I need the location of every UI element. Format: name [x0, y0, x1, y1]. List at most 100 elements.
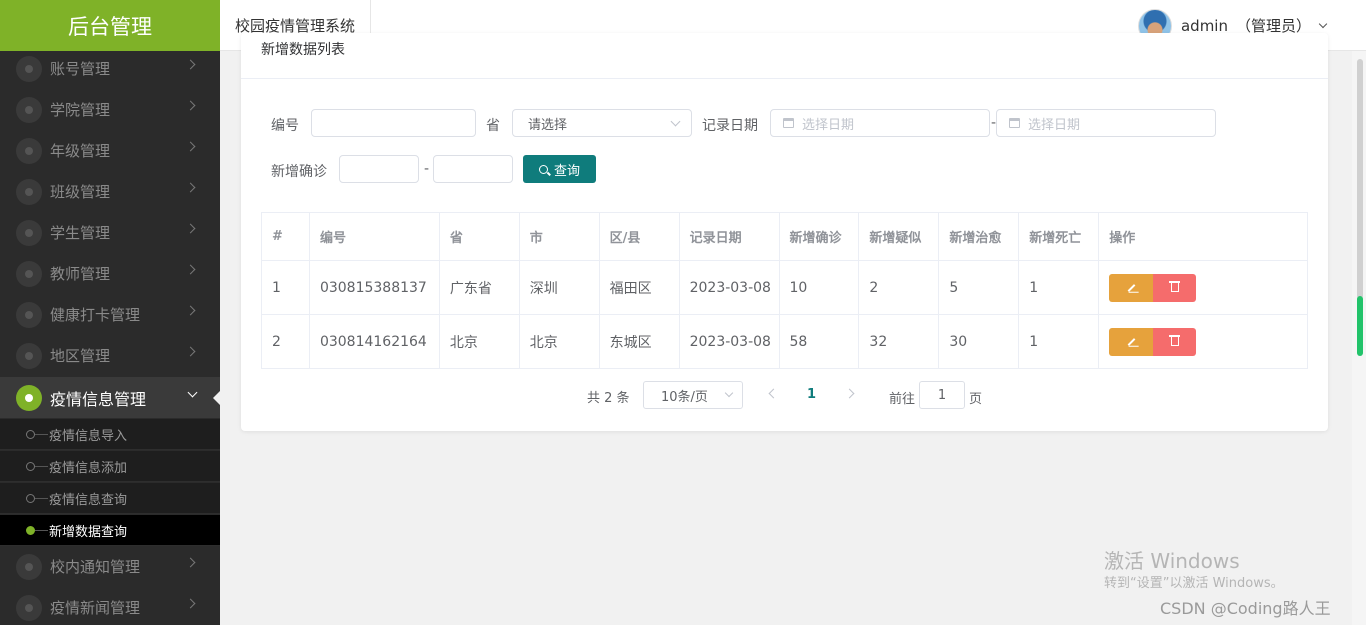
sidebar-item-label: 健康打卡管理	[50, 306, 141, 324]
goto-page-input[interactable]: 1	[919, 381, 965, 409]
date-start-picker[interactable]: 选择日期	[770, 109, 990, 137]
sidebar-item-students[interactable]: 学生管理	[0, 212, 220, 253]
divider	[241, 78, 1328, 79]
scrollbar-thumb[interactable]	[1357, 296, 1363, 356]
table-cell: 福田区	[599, 261, 680, 315]
query-button[interactable]: 查询	[523, 155, 596, 183]
table-cell: 1	[1019, 315, 1100, 369]
chevron-right-icon	[185, 182, 196, 193]
column-header: 新增确诊	[779, 213, 860, 261]
username: admin	[1180, 16, 1228, 35]
active-indicator	[213, 391, 220, 405]
sidebar-item-epidemic-info[interactable]: 疫情信息管理	[0, 377, 220, 418]
submenu-item-query[interactable]: 疫情信息查询	[0, 483, 220, 514]
brand-title: 后台管理	[0, 0, 220, 51]
sidebar-item-grades[interactable]: 年级管理	[0, 130, 220, 171]
submenu-item-label: 疫情信息添加	[49, 460, 128, 476]
submenu-item-add[interactable]: 疫情信息添加	[0, 451, 220, 482]
globe-icon	[16, 55, 42, 82]
column-header: 市	[519, 213, 600, 261]
search-icon	[538, 164, 548, 174]
page-number-current[interactable]: 1	[807, 387, 816, 402]
table-cell: 32	[859, 315, 940, 369]
calendar-icon	[783, 118, 794, 128]
delete-button[interactable]	[1153, 327, 1197, 356]
table-cell: 1	[1019, 261, 1100, 315]
page-size-select[interactable]: 10条/页	[643, 381, 743, 409]
csdn-watermark: CSDN @Coding路人王	[1160, 599, 1331, 618]
globe-icon	[16, 137, 42, 164]
table-cell: 深圳	[519, 261, 600, 315]
table-cell: 2023-03-08	[679, 261, 780, 315]
date-end-placeholder: 选择日期	[1028, 117, 1081, 133]
actions-cell	[1099, 261, 1308, 315]
edit-button[interactable]	[1109, 273, 1154, 302]
confirmed-label: 新增确诊	[271, 164, 327, 180]
page-scrollbar[interactable]	[1352, 51, 1366, 625]
date-start-placeholder: 选择日期	[802, 117, 855, 133]
delete-button[interactable]	[1153, 273, 1197, 302]
goto-label: 前往	[889, 392, 916, 407]
chevron-down-icon	[670, 116, 681, 127]
code-input[interactable]	[311, 109, 476, 137]
table-cell: 10	[779, 261, 860, 315]
column-header: 记录日期	[679, 213, 780, 261]
sidebar-item-regions[interactable]: 地区管理	[0, 335, 220, 376]
edit-button[interactable]	[1109, 327, 1154, 356]
sidebar-item-health-checkin[interactable]: 健康打卡管理	[0, 294, 220, 335]
globe-icon	[16, 219, 42, 246]
data-table: # 编号 省 市 区/县 记录日期 新增确诊 新增疑似 新增治愈 新增死亡 操作…	[261, 212, 1308, 369]
sidebar-item-teachers[interactable]: 教师管理	[0, 253, 220, 294]
trash-icon	[1168, 281, 1180, 292]
pencil-icon	[1127, 337, 1136, 346]
globe-icon	[16, 594, 42, 621]
date-end-picker[interactable]: 选择日期	[996, 109, 1216, 137]
table-cell: 北京	[519, 315, 600, 369]
table-cell: 5	[939, 261, 1020, 315]
sidebar-item-label: 疫情新闻管理	[50, 599, 141, 617]
chevron-down-icon	[724, 388, 734, 398]
chevron-right-icon	[185, 305, 196, 316]
sidebar-item-accounts[interactable]: 账号管理	[0, 48, 220, 89]
sidebar-item-label: 疫情信息管理	[50, 389, 147, 409]
sidebar-item-campus-notice[interactable]: 校内通知管理	[0, 546, 220, 587]
sidebar-item-label: 校内通知管理	[50, 558, 141, 576]
table-cell: 东城区	[599, 315, 680, 369]
submenu-item-label: 疫情信息导入	[49, 428, 128, 444]
sidebar-item-classes[interactable]: 班级管理	[0, 171, 220, 212]
confirmed-max-input[interactable]	[433, 155, 513, 183]
submenu-item-import[interactable]: 疫情信息导入	[0, 419, 220, 450]
circle-icon	[26, 429, 35, 439]
column-header: 编号	[309, 213, 440, 261]
date-label: 记录日期	[702, 118, 758, 134]
chevron-right-icon	[185, 141, 196, 152]
table-cell: 北京	[439, 315, 520, 369]
sidebar: 后台管理 账号管理 学院管理 年级管理 班级管理 学生管理 教师管理 健康打卡管…	[0, 0, 220, 625]
windows-activation-title: 激活 Windows	[1104, 549, 1240, 573]
submenu-item-label: 疫情信息查询	[49, 492, 128, 508]
globe-icon	[16, 384, 42, 411]
globe-icon	[16, 301, 42, 328]
query-button-label: 查询	[553, 163, 580, 179]
circle-icon	[26, 461, 35, 471]
confirmed-separator: -	[424, 161, 430, 177]
sidebar-item-label: 班级管理	[50, 183, 111, 201]
pencil-icon	[1127, 283, 1136, 292]
column-header: 新增死亡	[1019, 213, 1100, 261]
page-size-value: 10条/页	[661, 389, 708, 405]
submenu-item-new-data-query[interactable]: 新增数据查询	[0, 515, 220, 546]
prev-page-icon[interactable]	[768, 388, 779, 399]
chevron-down-icon	[1318, 19, 1328, 28]
province-select[interactable]: 请选择	[512, 109, 692, 137]
province-label: 省	[486, 118, 500, 134]
province-select-value: 请选择	[528, 117, 568, 133]
sidebar-item-epidemic-news[interactable]: 疫情新闻管理	[0, 587, 220, 625]
column-header: #	[262, 213, 310, 261]
sidebar-item-colleges[interactable]: 学院管理	[0, 89, 220, 130]
actions-cell	[1099, 315, 1308, 369]
table-header-row: # 编号 省 市 区/县 记录日期 新增确诊 新增疑似 新增治愈 新增死亡 操作	[262, 213, 1308, 261]
confirmed-min-input[interactable]	[339, 155, 419, 183]
table-cell: 58	[779, 315, 860, 369]
next-page-icon[interactable]	[844, 388, 855, 399]
table-row: 1 030815388137 广东省 深圳 福田区 2023-03-08 10 …	[262, 261, 1308, 315]
